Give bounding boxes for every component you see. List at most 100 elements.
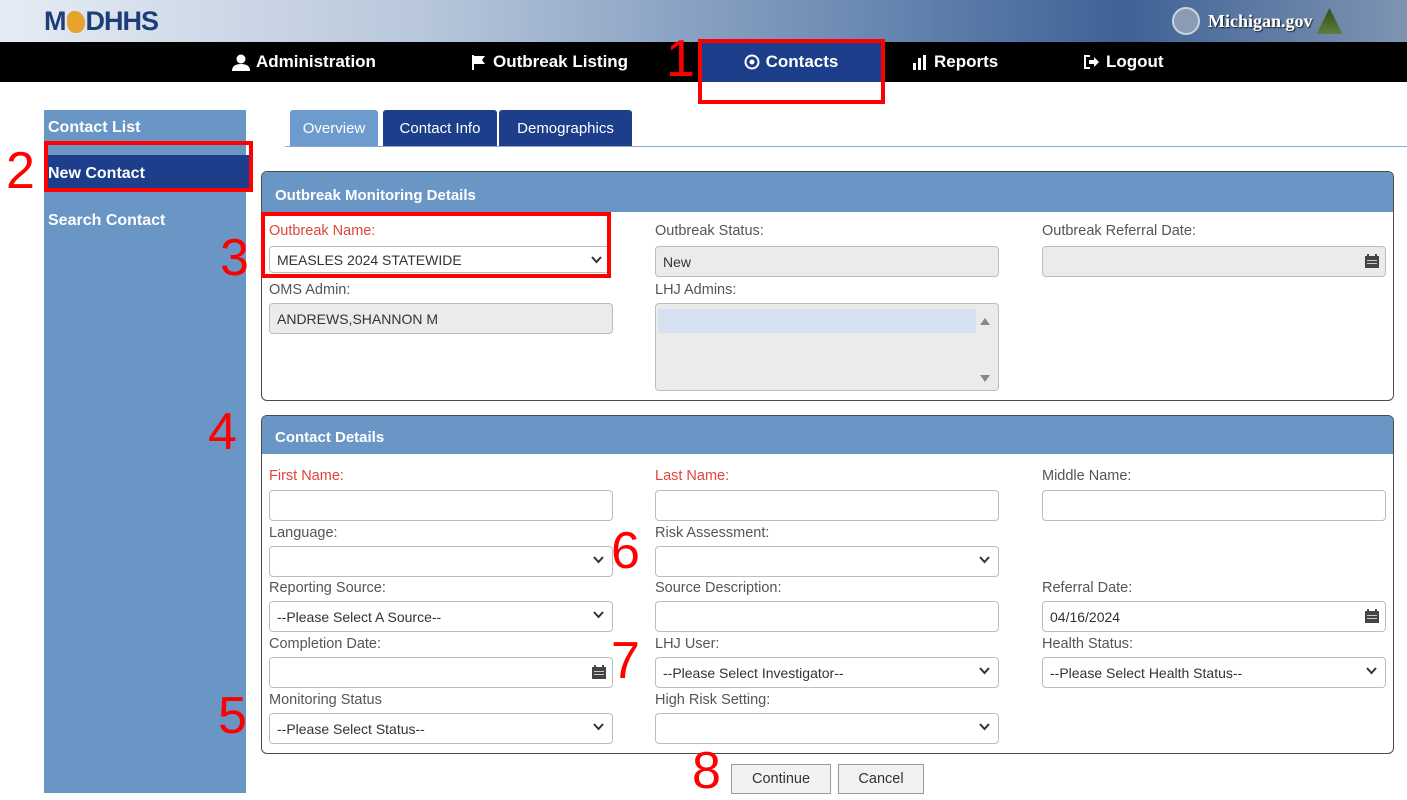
chevron-down-icon <box>979 667 990 675</box>
lhj-admins-label: LHJ Admins: <box>655 282 737 298</box>
annotation-number: 5 <box>218 687 247 745</box>
calendar-icon[interactable] <box>592 665 606 679</box>
annotation-box-new-contact <box>44 141 253 192</box>
michigan-gov-text: Michigan.gov <box>1208 10 1313 31</box>
outbreak-referral-date-field <box>1042 246 1386 277</box>
michigan-gov-logo[interactable]: Michigan.gov <box>1172 6 1343 36</box>
lhj-user-select[interactable]: --Please Select Investigator-- <box>655 657 999 688</box>
chevron-down-icon <box>593 723 604 731</box>
nav-logout[interactable]: Logout <box>1082 42 1164 82</box>
tab-label: Demographics <box>517 120 614 137</box>
tab-label: Overview <box>302 120 366 137</box>
lhj-admins-listbox[interactable] <box>655 303 999 391</box>
michigan-mitten-icon <box>66 11 85 33</box>
reporting-source-select[interactable]: --Please Select A Source-- <box>269 601 613 632</box>
risk-assessment-label: Risk Assessment: <box>655 525 770 541</box>
oms-admin-field: ANDREWS,SHANNON M <box>269 303 613 334</box>
chevron-down-icon <box>979 723 990 731</box>
chevron-down-icon <box>1366 667 1377 675</box>
bar-chart-icon <box>913 54 926 70</box>
sidebar-item-search-contact[interactable]: Search Contact <box>44 203 246 239</box>
completion-date-label: Completion Date: <box>269 636 382 652</box>
tab-overview[interactable]: Overview <box>290 110 378 147</box>
cancel-button[interactable]: Cancel <box>838 764 924 794</box>
oms-admin-label: OMS Admin: <box>269 282 351 298</box>
nav-administration[interactable]: Administration <box>232 42 376 82</box>
sidebar-item-label: Search Contact <box>48 212 166 229</box>
annotation-number: 2 <box>6 142 35 200</box>
annotation-number: 1 <box>666 30 695 88</box>
language-label: Language: <box>269 525 338 541</box>
lhj-user-value: --Please Select Investigator-- <box>663 664 844 681</box>
health-status-select[interactable]: --Please Select Health Status-- <box>1042 657 1386 688</box>
tab-contact-info[interactable]: Contact Info <box>383 110 497 147</box>
tab-label: Contact Info <box>399 120 481 137</box>
lhj-admins-selected-row[interactable] <box>658 309 976 333</box>
language-select[interactable] <box>269 546 613 577</box>
contact-details-panel: Contact Details <box>261 415 1394 754</box>
source-description-label: Source Description: <box>655 580 782 596</box>
header-banner: M DHHS Michigan.gov <box>0 0 1407 42</box>
annotation-number: 8 <box>692 742 721 800</box>
nav-administration-label: Administration <box>256 52 376 71</box>
tab-demographics[interactable]: Demographics <box>499 110 632 147</box>
health-status-label: Health Status: <box>1042 636 1134 652</box>
logo-prefix: M <box>44 6 66 36</box>
chevron-down-icon <box>593 611 604 619</box>
completion-date-input[interactable] <box>269 657 613 688</box>
contact-panel-title: Contact Details <box>262 416 1393 454</box>
scroll-down-arrow-icon[interactable] <box>980 375 990 382</box>
chevron-down-icon <box>979 556 990 564</box>
last-name-label: Last Name: <box>655 468 730 484</box>
outbreak-panel-title: Outbreak Monitoring Details <box>262 172 1393 212</box>
chevron-down-icon <box>593 556 604 564</box>
outbreak-status-label: Outbreak Status: <box>655 223 764 239</box>
reporting-source-value: --Please Select A Source-- <box>277 608 442 625</box>
nav-logout-label: Logout <box>1106 52 1164 71</box>
annotation-box-contacts <box>698 39 885 104</box>
monitoring-status-label: Monitoring Status <box>269 692 382 708</box>
monitoring-status-select[interactable]: --Please Select Status-- <box>269 713 613 744</box>
annotation-number: 6 <box>611 522 640 580</box>
annotation-number: 3 <box>220 229 249 287</box>
logout-icon <box>1084 55 1099 69</box>
middle-name-label: Middle Name: <box>1042 468 1132 484</box>
first-name-label: First Name: <box>269 468 344 484</box>
nav-reports[interactable]: Reports <box>913 42 998 82</box>
last-name-input[interactable] <box>655 490 999 521</box>
outbreak-status-field: New <box>655 246 999 277</box>
nav-outbreak-listing-label: Outbreak Listing <box>493 52 629 71</box>
source-description-input[interactable] <box>655 601 999 632</box>
reporting-source-label: Reporting Source: <box>269 580 386 596</box>
calendar-icon[interactable] <box>1365 609 1379 623</box>
lhj-user-label: LHJ User: <box>655 636 720 652</box>
sidebar-item-label: Contact List <box>48 119 141 136</box>
monitoring-status-value: --Please Select Status-- <box>277 720 425 737</box>
referral-date-value: 04/16/2024 <box>1050 608 1121 625</box>
high-risk-setting-select[interactable] <box>655 713 999 744</box>
continue-button-label: Continue <box>751 771 811 787</box>
outbreak-referral-date-label: Outbreak Referral Date: <box>1042 223 1196 239</box>
lighthouse-tree-icon <box>1316 8 1343 34</box>
high-risk-setting-label: High Risk Setting: <box>655 692 771 708</box>
continue-button[interactable]: Continue <box>731 764 831 794</box>
mdhhs-logo[interactable]: M DHHS <box>44 6 159 37</box>
flag-icon <box>472 55 485 70</box>
nav-reports-label: Reports <box>934 52 999 71</box>
risk-assessment-select[interactable] <box>655 546 999 577</box>
michigan-seal-icon <box>1172 7 1200 35</box>
health-status-value: --Please Select Health Status-- <box>1050 664 1243 681</box>
referral-date-input[interactable]: 04/16/2024 <box>1042 601 1386 632</box>
oms-admin-value: ANDREWS,SHANNON M <box>277 310 439 327</box>
nav-outbreak-listing[interactable]: Outbreak Listing <box>471 42 628 82</box>
middle-name-input[interactable] <box>1042 490 1386 521</box>
calendar-icon[interactable] <box>1365 254 1379 268</box>
scroll-up-arrow-icon[interactable] <box>980 318 990 325</box>
annotation-number: 7 <box>611 632 640 690</box>
user-icon <box>232 54 250 71</box>
outbreak-status-value: New <box>663 253 692 270</box>
tab-divider <box>285 146 1407 147</box>
first-name-input[interactable] <box>269 490 613 521</box>
referral-date-label: Referral Date: <box>1042 580 1133 596</box>
annotation-number: 4 <box>208 403 237 461</box>
